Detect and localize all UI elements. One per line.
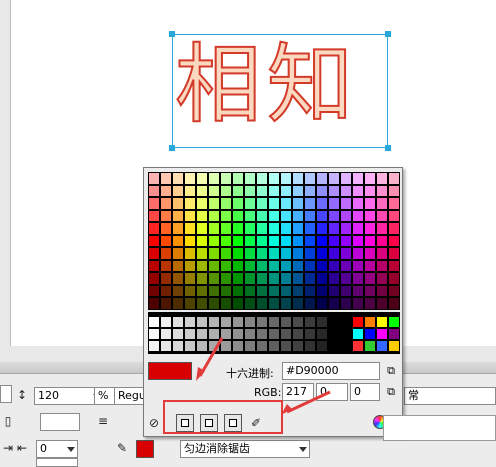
- arrow-head-buttons: [281, 404, 292, 415]
- arrow-to-buttons: [286, 390, 331, 414]
- annotation-arrows: [196, 337, 331, 415]
